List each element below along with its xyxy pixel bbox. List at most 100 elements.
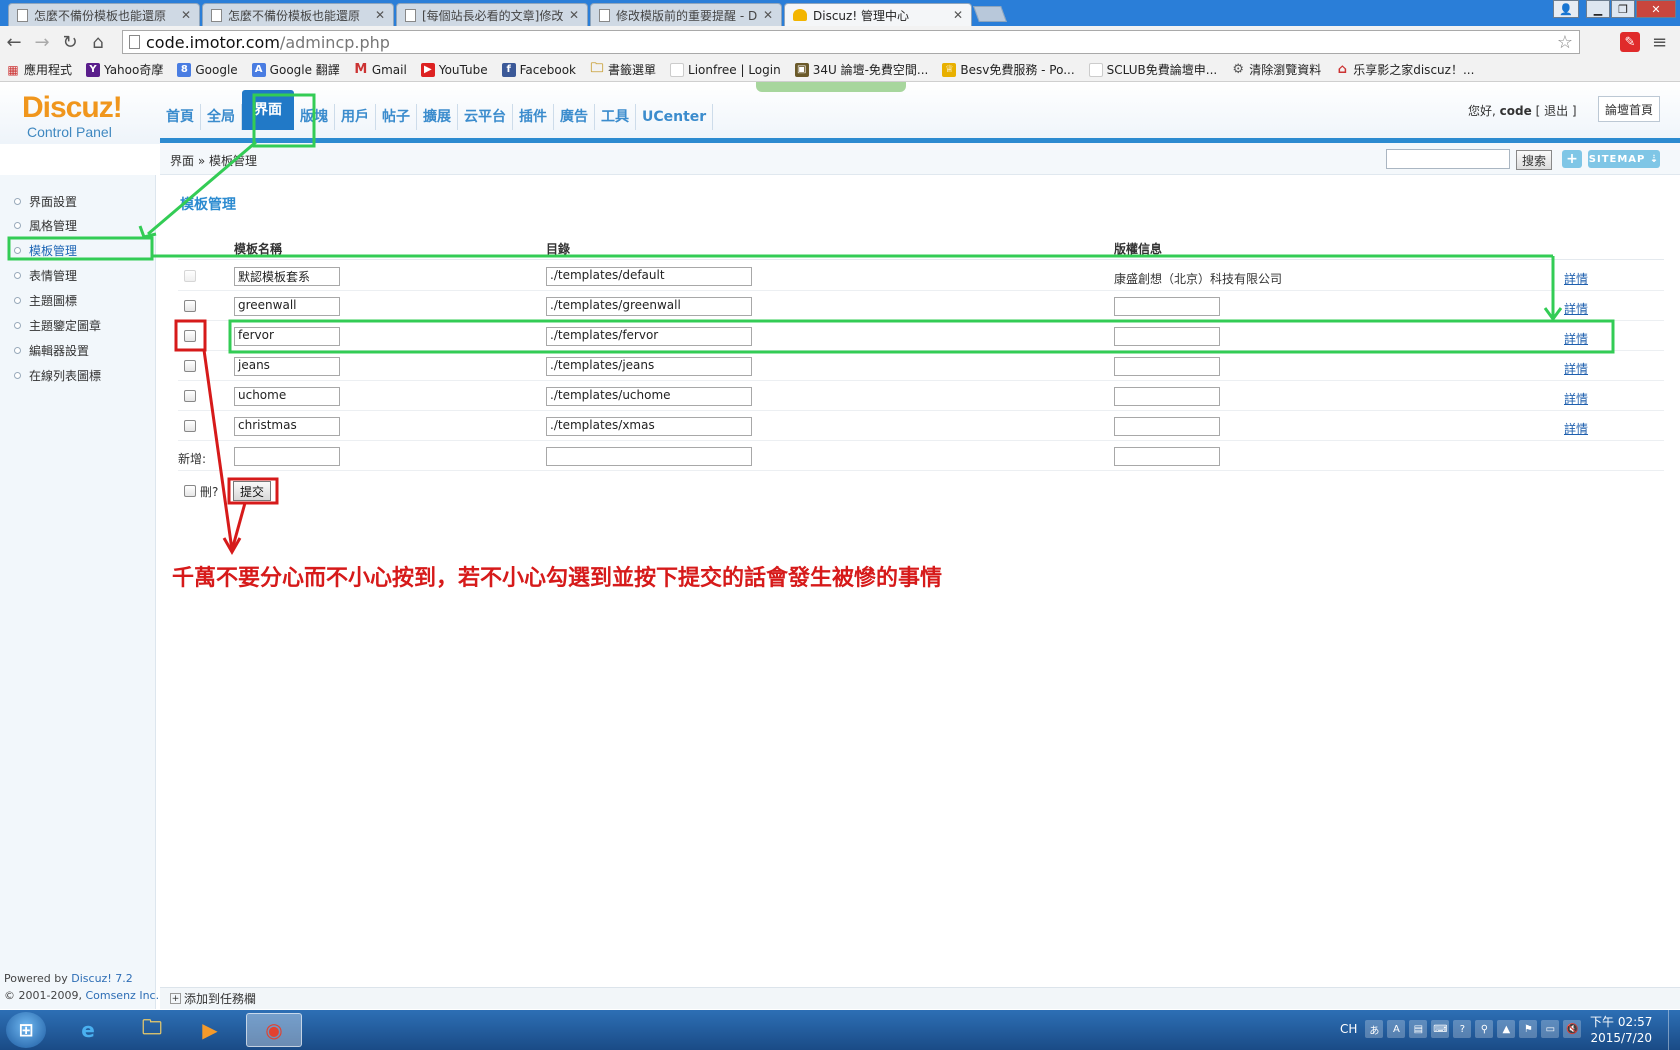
- input-language[interactable]: CH: [1340, 1022, 1357, 1036]
- bookmark-apps[interactable]: ▦ 應用程式: [6, 61, 72, 78]
- detail-link[interactable]: 詳情: [1564, 330, 1588, 347]
- bookmark-facebook[interactable]: f Facebook: [501, 62, 576, 77]
- close-icon[interactable]: ✕: [953, 8, 963, 22]
- nav-interface[interactable]: 界面: [242, 90, 294, 130]
- sidebar-item-interface-settings[interactable]: 界面設置: [14, 193, 77, 210]
- show-desktop-button[interactable]: [1668, 1010, 1680, 1050]
- nav-forums[interactable]: 版塊: [294, 104, 335, 130]
- user-profile-icon[interactable]: 👤: [1553, 0, 1579, 18]
- search-button[interactable]: 搜索: [1516, 150, 1552, 170]
- reload-icon[interactable]: ↻: [56, 28, 84, 56]
- copyright-field[interactable]: [1114, 387, 1220, 406]
- sidebar-item-smilies[interactable]: 表情管理: [14, 267, 77, 284]
- template-name-field[interactable]: jeans: [234, 357, 340, 376]
- volume-mute-icon[interactable]: 🔇: [1563, 1020, 1582, 1038]
- help-icon[interactable]: ?: [1453, 1020, 1472, 1038]
- delete-checkbox[interactable]: [184, 390, 196, 402]
- browser-tab[interactable]: 修改模版前的重要提醒 - D ✕: [590, 3, 782, 26]
- font-a-icon[interactable]: A: [1387, 1020, 1406, 1038]
- windows-start-icon[interactable]: ⊞: [6, 1012, 46, 1048]
- template-name-field[interactable]: greenwall: [234, 297, 340, 316]
- window-close-icon[interactable]: ✕: [1636, 0, 1676, 18]
- template-dir-field[interactable]: ./templates/uchome: [546, 387, 752, 406]
- sidebar-item-topic-icons[interactable]: 主題圖標: [14, 292, 77, 309]
- file-explorer-icon[interactable]: 🗀: [124, 1013, 180, 1047]
- template-name-field[interactable]: christmas: [234, 417, 340, 436]
- taskbar-clock[interactable]: 下午 02:57 2015/7/20: [1590, 1014, 1652, 1046]
- browser-tab[interactable]: 怎麼不備份模板也能還原 ✕: [202, 3, 394, 26]
- nav-plugins[interactable]: 插件: [513, 104, 554, 130]
- browser-tab[interactable]: [每個站長必看的文章]修改 ✕: [396, 3, 588, 26]
- detail-link[interactable]: 詳情: [1564, 300, 1588, 317]
- restore-icon[interactable]: ❐: [1611, 0, 1635, 18]
- new-template-copyright-input[interactable]: [1114, 447, 1220, 466]
- close-icon[interactable]: ✕: [763, 8, 773, 22]
- sidebar-item-style-management[interactable]: 風格管理: [14, 217, 77, 234]
- delete-checkbox[interactable]: [184, 330, 196, 342]
- copyright-field[interactable]: [1114, 297, 1220, 316]
- new-template-dir-input[interactable]: [546, 447, 752, 466]
- discuz-version-link[interactable]: Discuz! 7.2: [71, 972, 132, 985]
- extension-icon[interactable]: ✎: [1620, 32, 1640, 52]
- copyright-field[interactable]: [1114, 357, 1220, 376]
- bookmark-sclub[interactable]: SCLUB免費論壇申...: [1088, 61, 1217, 78]
- bookmark-besv[interactable]: ♕ Besv免費服務 - Po...: [942, 61, 1075, 78]
- nav-threads[interactable]: 帖子: [376, 104, 417, 130]
- copyright-field[interactable]: [1114, 417, 1220, 436]
- delete-checkbox[interactable]: [184, 300, 196, 312]
- bookmark-34u[interactable]: ▣ 34U 論壇-免費空間...: [794, 61, 928, 78]
- close-icon[interactable]: ✕: [181, 8, 191, 22]
- template-name-field[interactable]: 默認模板套系: [234, 267, 340, 286]
- bookmark-clear-data[interactable]: ⚙ 清除瀏覽資料: [1231, 61, 1321, 78]
- delete-checkbox[interactable]: [184, 360, 196, 372]
- search-input[interactable]: [1386, 149, 1510, 169]
- media-player-icon[interactable]: ▶: [182, 1013, 238, 1047]
- tray-settings-icon[interactable]: ⚲: [1475, 1020, 1494, 1038]
- minimize-icon[interactable]: ▁: [1586, 0, 1610, 18]
- template-dir-field[interactable]: ./templates/default: [546, 267, 752, 286]
- nav-home[interactable]: 首頁: [160, 104, 201, 130]
- template-dir-field[interactable]: ./templates/fervor: [546, 327, 752, 346]
- flag-icon[interactable]: ⚑: [1519, 1020, 1538, 1038]
- add-to-taskbar-bar[interactable]: + 添加到任務欄: [160, 987, 1680, 1009]
- detail-link[interactable]: 詳情: [1564, 390, 1588, 407]
- close-icon[interactable]: ✕: [569, 8, 579, 22]
- sidebar-item-online-icons[interactable]: 在線列表圖標: [14, 367, 101, 384]
- template-name-field[interactable]: uchome: [234, 387, 340, 406]
- detail-link[interactable]: 詳情: [1564, 420, 1588, 437]
- copyright-field[interactable]: [1114, 327, 1220, 346]
- hamburger-menu-icon[interactable]: ≡: [1652, 32, 1667, 53]
- new-template-name-input[interactable]: [234, 447, 340, 466]
- nav-extensions[interactable]: 擴展: [417, 104, 458, 130]
- network-icon[interactable]: ▭: [1541, 1020, 1560, 1038]
- keyboard-icon[interactable]: ⌨: [1431, 1020, 1450, 1038]
- browser-tab-active[interactable]: Discuz! 管理中心 ✕: [784, 3, 972, 26]
- nav-ads[interactable]: 廣告: [554, 104, 595, 130]
- bookmark-folder[interactable]: 🗀 書籤選單: [590, 61, 657, 78]
- template-dir-field[interactable]: ./templates/jeans: [546, 357, 752, 376]
- nav-ucenter[interactable]: UCenter: [636, 104, 714, 130]
- nav-users[interactable]: 用戶: [335, 104, 376, 130]
- ime-icon[interactable]: あ: [1365, 1020, 1384, 1038]
- bookmark-lionfree[interactable]: Lionfree | Login: [670, 62, 781, 77]
- close-icon[interactable]: ✕: [375, 8, 385, 22]
- forward-arrow-icon[interactable]: →: [28, 28, 56, 56]
- notes-icon[interactable]: ▤: [1409, 1020, 1428, 1038]
- nav-tools[interactable]: 工具: [595, 104, 636, 130]
- home-icon[interactable]: ⌂: [84, 28, 112, 56]
- browser-tab[interactable]: 怎麼不備份模板也能還原 ✕: [8, 3, 200, 26]
- nav-cloud[interactable]: 云平台: [458, 104, 513, 130]
- template-dir-field[interactable]: ./templates/xmas: [546, 417, 752, 436]
- delete-checkbox[interactable]: [184, 420, 196, 432]
- nav-global[interactable]: 全局: [201, 104, 242, 130]
- logout-link[interactable]: [ 退出 ]: [1536, 104, 1577, 118]
- bookmark-gmail[interactable]: M Gmail: [354, 62, 406, 77]
- detail-link[interactable]: 詳情: [1564, 360, 1588, 377]
- comsenz-link[interactable]: Comsenz Inc.: [85, 989, 159, 1002]
- template-name-field[interactable]: fervor: [234, 327, 340, 346]
- back-arrow-icon[interactable]: ←: [0, 28, 28, 56]
- show-hidden-icons[interactable]: ▲: [1497, 1020, 1516, 1038]
- sidebar-item-editor-settings[interactable]: 編輯器設置: [14, 342, 89, 359]
- discuz-logo[interactable]: Discuz! Control Panel: [22, 92, 123, 141]
- bookmark-youtube[interactable]: ▶ YouTube: [420, 62, 488, 77]
